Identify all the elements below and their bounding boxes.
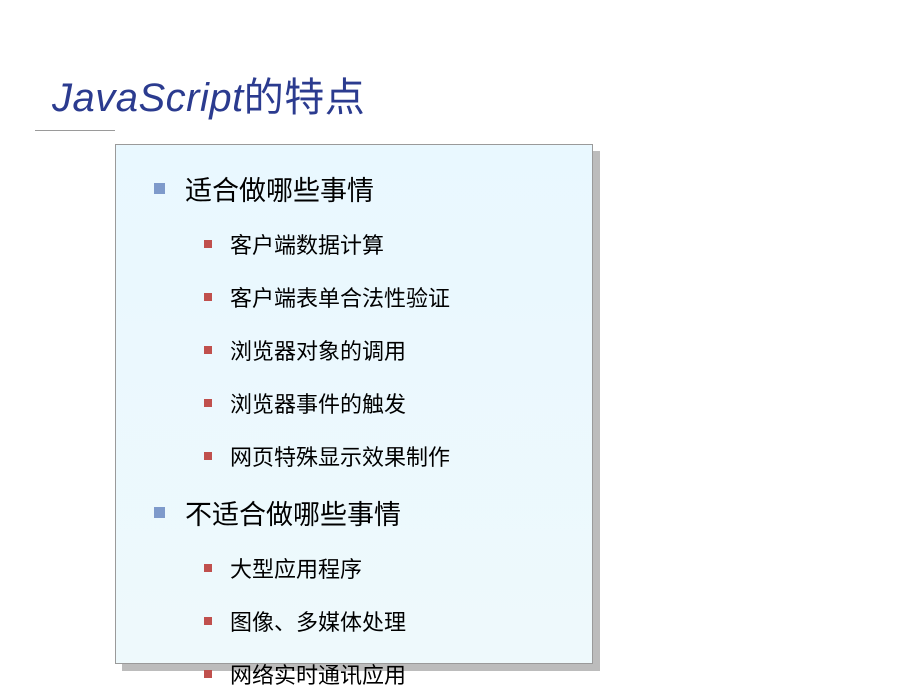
- level2-text: 网页特殊显示效果制作: [230, 440, 450, 472]
- title-cn: 的特点: [244, 76, 366, 120]
- square-bullet-icon: [204, 293, 212, 301]
- content-box: 适合做哪些事情 客户端数据计算 客户端表单合法性验证 浏览器对象的调用 浏览器事…: [115, 144, 593, 664]
- list-item: 客户端数据计算: [204, 228, 592, 260]
- title-en: JavaScript: [52, 76, 244, 120]
- square-bullet-icon: [204, 670, 212, 678]
- square-bullet-icon: [204, 346, 212, 354]
- slide-title: JavaScript的特点: [52, 65, 365, 123]
- content-inner: 适合做哪些事情 客户端数据计算 客户端表单合法性验证 浏览器对象的调用 浏览器事…: [116, 145, 592, 690]
- square-bullet-icon: [204, 617, 212, 625]
- list-item: 浏览器事件的触发: [204, 387, 592, 419]
- level2-text: 网络实时通讯应用: [230, 658, 406, 690]
- title-underline: [35, 130, 115, 131]
- square-bullet-icon: [204, 564, 212, 572]
- list-item: 网络实时通讯应用: [204, 658, 592, 690]
- square-bullet-icon: [154, 507, 165, 518]
- level2-text: 大型应用程序: [230, 552, 362, 584]
- square-bullet-icon: [204, 399, 212, 407]
- level1-heading: 适合做哪些事情: [185, 169, 374, 208]
- square-bullet-icon: [154, 183, 165, 194]
- level2-text: 客户端数据计算: [230, 228, 384, 260]
- level2-text: 图像、多媒体处理: [230, 605, 406, 637]
- list-item: 大型应用程序: [204, 552, 592, 584]
- level1-heading: 不适合做哪些事情: [185, 493, 401, 532]
- list-item: 网页特殊显示效果制作: [204, 440, 592, 472]
- square-bullet-icon: [204, 240, 212, 248]
- level2-text: 客户端表单合法性验证: [230, 281, 450, 313]
- list-item: 浏览器对象的调用: [204, 334, 592, 366]
- level2-text: 浏览器事件的触发: [230, 387, 406, 419]
- list-item: 不适合做哪些事情: [154, 493, 592, 532]
- square-bullet-icon: [204, 452, 212, 460]
- list-item: 客户端表单合法性验证: [204, 281, 592, 313]
- list-item: 适合做哪些事情: [154, 169, 592, 208]
- list-item: 图像、多媒体处理: [204, 605, 592, 637]
- level2-text: 浏览器对象的调用: [230, 334, 406, 366]
